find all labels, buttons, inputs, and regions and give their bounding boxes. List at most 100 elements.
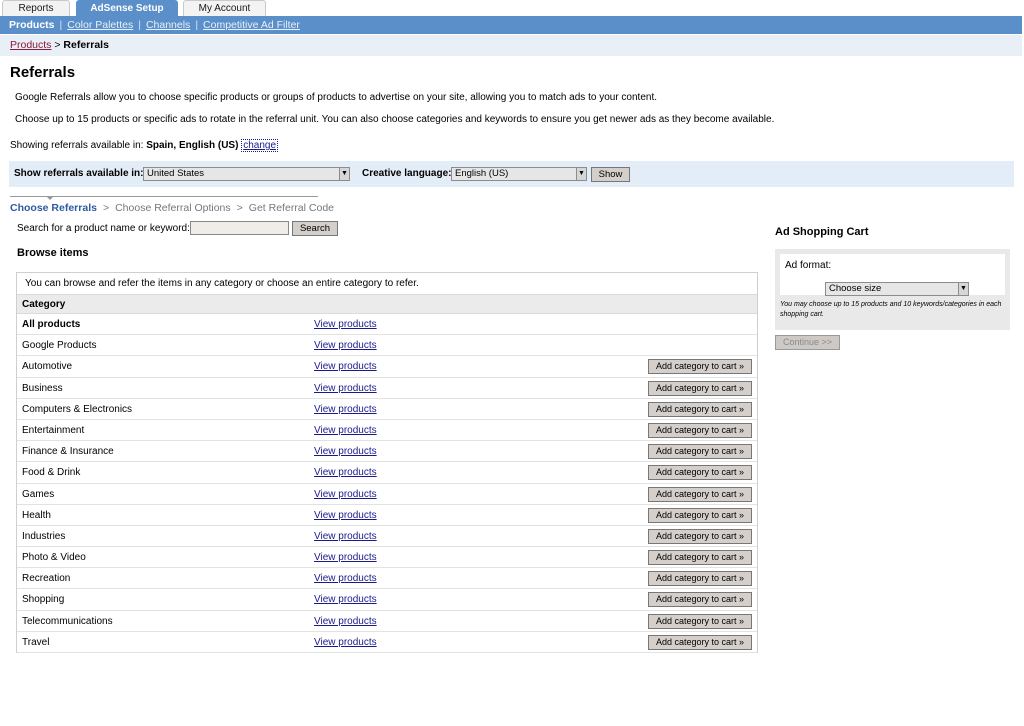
subnav-separator: | <box>138 19 141 31</box>
category-name: Finance & Insurance <box>22 446 114 458</box>
table-row: Food & Drink View products Add category to… <box>17 462 757 484</box>
view-products-link[interactable]: View products <box>314 446 377 457</box>
add-category-to-cart-button[interactable]: Add category to cart » <box>648 422 752 438</box>
language-select-value: English (US) <box>455 168 509 179</box>
category-column-header: Category <box>17 295 757 314</box>
ad-format-label: Ad format: <box>785 260 832 271</box>
view-products-link[interactable]: View products <box>314 616 377 627</box>
category-name: Business <box>22 382 63 394</box>
add-category-to-cart-button[interactable]: Add category to cart » <box>648 592 752 608</box>
table-row: Shopping View products Add category to car… <box>17 589 757 611</box>
subnav-products[interactable]: Products <box>9 19 55 31</box>
subnav-competitive-ad-filter[interactable]: Competitive Ad Filter <box>203 19 300 31</box>
table-row: Health View products Add category to cart … <box>17 505 757 526</box>
category-name: Food & Drink <box>22 467 81 479</box>
search-button[interactable]: Search <box>292 221 338 236</box>
filter-bar: Show referrals available in: United Stat… <box>9 161 1014 187</box>
add-category-to-cart-button[interactable]: Add category to cart » <box>648 507 752 523</box>
category-name: Shopping <box>22 594 65 606</box>
breadcrumb-current: Referrals <box>63 39 109 51</box>
browse-heading: Browse items <box>17 247 89 259</box>
add-category-to-cart-button[interactable]: Add category to cart » <box>648 401 752 417</box>
add-category-to-cart-button[interactable]: Add category to cart » <box>648 550 752 566</box>
show-button[interactable]: Show <box>591 167 630 182</box>
breadcrumb: Products > Referrals <box>0 35 1022 56</box>
category-name: Photo & Video <box>22 552 86 564</box>
showing-referrals-text: Showing referrals available in: Spain, E… <box>10 139 279 152</box>
table-row: Games View products Add category to cart » <box>17 484 757 505</box>
subnav-separator: | <box>59 19 63 31</box>
language-label: Creative language: <box>362 168 452 179</box>
category-name: Travel <box>22 636 50 648</box>
showing-value: Spain, English (US) <box>146 140 239 151</box>
cart-title: Ad Shopping Cart <box>775 226 869 238</box>
add-category-to-cart-button[interactable]: Add category to cart » <box>648 571 752 587</box>
view-products-link[interactable]: View products <box>314 361 377 372</box>
add-category-to-cart-button[interactable]: Add category to cart » <box>648 528 752 544</box>
table-row: Business View products Add category to car… <box>17 378 757 399</box>
browse-table: You can browse and refer the items in an… <box>16 272 758 653</box>
table-row: Telecommunications View products Add categ… <box>17 611 757 632</box>
table-row: All products View products <box>17 314 757 336</box>
view-products-link[interactable]: View products <box>314 404 377 415</box>
chevron-down-icon: ▼ <box>958 283 968 295</box>
category-name: Games <box>22 488 55 500</box>
view-products-link[interactable]: View products <box>314 425 377 436</box>
ad-format-select[interactable]: Choose size ▼ <box>825 282 969 296</box>
view-products-link[interactable]: View products <box>314 552 377 563</box>
language-select[interactable]: English (US) ▼ <box>451 167 587 181</box>
step-separator: > <box>236 202 243 214</box>
add-category-to-cart-button[interactable]: Add category to cart » <box>648 613 752 629</box>
category-name: Google Products <box>22 340 97 352</box>
add-category-to-cart-button[interactable]: Add category to cart » <box>648 486 752 502</box>
view-products-link[interactable]: View products <box>314 340 377 351</box>
showing-prefix: Showing referrals available in: <box>10 140 147 151</box>
subnav-color-palettes[interactable]: Color Palettes <box>67 19 133 31</box>
add-category-to-cart-button[interactable]: Add category to cart » <box>648 444 752 460</box>
intro-paragraph-2: Choose up to 15 products or specific ads… <box>15 114 775 125</box>
view-products-link[interactable]: View products <box>314 594 377 605</box>
add-category-to-cart-button[interactable]: Add category to cart » <box>648 380 752 396</box>
category-name: Computers & Electronics <box>22 403 133 415</box>
country-select[interactable]: United States ▼ <box>143 167 350 181</box>
add-category-to-cart-button[interactable]: Add category to cart » <box>648 359 752 375</box>
wizard-steps: Choose Referrals > Choose Referral Options… <box>10 202 334 214</box>
category-name: Health <box>22 509 51 521</box>
ad-format-select-value: Choose size <box>829 283 882 294</box>
view-products-link[interactable]: View products <box>314 510 377 521</box>
view-products-link[interactable]: View products <box>314 637 377 648</box>
category-name: Recreation <box>22 573 71 585</box>
country-select-value: United States <box>147 168 205 179</box>
breadcrumb-separator: > <box>51 39 64 51</box>
cart-note: You may choose up to 15 products and 10 … <box>780 301 1002 318</box>
tab-adsense-setup[interactable]: AdSense Setup <box>76 0 178 16</box>
table-row: Automotive View products Add category to c… <box>17 356 757 378</box>
view-products-link[interactable]: View products <box>314 531 377 542</box>
intro-paragraph-1: Google Referrals allow you to choose spe… <box>15 92 658 103</box>
step-indicator-caret <box>46 196 54 200</box>
table-row: Finance & Insurance View products Add cate… <box>17 441 757 463</box>
step-choose-referrals: Choose Referrals <box>10 202 97 214</box>
tab-reports[interactable]: Reports <box>2 0 70 16</box>
category-name: Entertainment <box>22 424 85 436</box>
continue-button[interactable]: Continue >> <box>775 335 840 350</box>
subnav-channels[interactable]: Channels <box>146 19 190 31</box>
breadcrumb-products-link[interactable]: Products <box>10 39 51 51</box>
cart-format-panel: Ad format: Choose size ▼ <box>780 254 1005 296</box>
tab-my-account[interactable]: My Account <box>183 0 266 16</box>
change-link[interactable]: change <box>241 139 279 152</box>
category-name: Automotive <box>22 361 73 373</box>
table-row: Photo & Video View products Add category t… <box>17 547 757 569</box>
chevron-down-icon: ▼ <box>339 168 349 180</box>
search-input[interactable] <box>190 221 289 235</box>
view-products-link[interactable]: View products <box>314 383 377 394</box>
table-row: Travel View products Add category to cart … <box>17 632 757 653</box>
view-products-link[interactable]: View products <box>314 573 377 584</box>
view-products-link[interactable]: View products <box>314 467 377 478</box>
view-products-link[interactable]: View products <box>314 489 377 500</box>
view-products-link[interactable]: View products <box>314 319 377 330</box>
table-row: Computers & Electronics View products Add … <box>17 399 757 420</box>
add-category-to-cart-button[interactable]: Add category to cart » <box>648 634 752 650</box>
add-category-to-cart-button[interactable]: Add category to cart » <box>648 465 752 481</box>
table-row: Entertainment View products Add category t… <box>17 420 757 442</box>
